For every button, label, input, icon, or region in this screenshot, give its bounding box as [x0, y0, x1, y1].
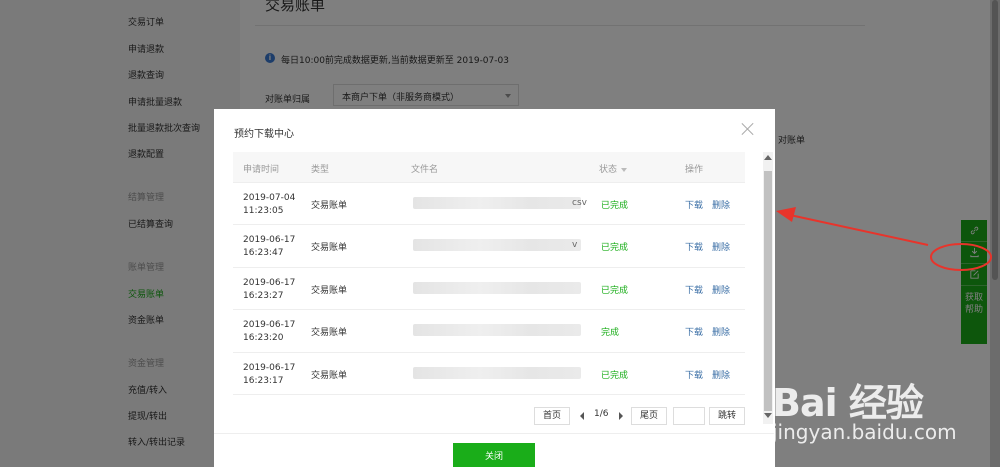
- watermark-logo: Bai 经验: [772, 381, 924, 425]
- row-type: 交易账单: [311, 328, 348, 339]
- row-status: 已完成: [601, 285, 629, 296]
- col-actions: 操作: [685, 165, 704, 175]
- download-link[interactable]: 下载: [685, 198, 703, 211]
- download-link[interactable]: 下载: [685, 368, 703, 381]
- last-page-button[interactable]: 尾页: [631, 407, 667, 425]
- scroll-up-icon[interactable]: [764, 155, 772, 160]
- col-file: 文件名: [411, 165, 439, 175]
- row-time: 2019-06-17 16:23:17: [243, 362, 296, 386]
- delete-link[interactable]: 删除: [712, 325, 730, 338]
- row-status: 已完成: [601, 370, 629, 381]
- table-row: 2019-06-17 16:23:17 交易账单 已完成 下载 删除: [233, 353, 745, 395]
- col-status[interactable]: 状态: [599, 162, 628, 175]
- page-info: 1/6: [594, 409, 609, 419]
- row-time: 2019-06-17 16:23:20: [243, 320, 296, 344]
- table-header: 申请时间 类型 文件名 状态 操作: [233, 152, 745, 183]
- table-row: 2019-07-04 11:23:05 交易账单 csv 已完成 下载 删除: [233, 183, 745, 226]
- download-link[interactable]: 下载: [685, 325, 703, 338]
- row-status: 完成: [601, 328, 620, 339]
- row-file-blurred: [413, 366, 581, 379]
- modal-scrollbar-thumb[interactable]: [764, 171, 772, 411]
- table-row: 2019-06-17 16:23:20 交易账单 完成 下载 删除: [233, 310, 745, 353]
- delete-link[interactable]: 删除: [712, 283, 730, 296]
- row-file-blurred: [413, 239, 581, 252]
- row-status: 已完成: [601, 243, 629, 254]
- delete-link[interactable]: 删除: [712, 368, 730, 381]
- row-type: 交易账单: [311, 243, 348, 254]
- table-row: 2019-06-17 16:23:47 交易账单 v 已完成 下载 删除: [233, 225, 745, 268]
- row-status: 已完成: [601, 201, 629, 211]
- row-type: 交易账单: [311, 285, 348, 296]
- col-time: 申请时间: [243, 165, 280, 175]
- row-time: 2019-06-17 16:23:27: [243, 277, 296, 301]
- col-type: 类型: [311, 165, 330, 175]
- sort-down-icon: [621, 167, 628, 172]
- delete-link[interactable]: 删除: [712, 240, 730, 253]
- prev-page-icon[interactable]: [580, 412, 584, 420]
- modal-title: 预约下载中心: [234, 129, 294, 140]
- first-page-button[interactable]: 首页: [534, 407, 570, 425]
- table-row: 2019-06-17 16:23:27 交易账单 已完成 下载 删除: [233, 268, 745, 311]
- page-jump-input[interactable]: [673, 407, 705, 425]
- delete-link[interactable]: 删除: [712, 198, 730, 211]
- row-type: 交易账单: [311, 370, 348, 381]
- row-file-blurred: [413, 281, 581, 294]
- close-button[interactable]: 关闭: [453, 443, 535, 467]
- download-table: 申请时间 类型 文件名 状态 操作 2019-07-04 11:23:05 交易账…: [233, 152, 745, 395]
- row-file-blurred: [413, 197, 581, 209]
- watermark-url: jingyan.baidu.com: [772, 420, 957, 444]
- col-status-label: 状态: [599, 165, 618, 175]
- download-link[interactable]: 下载: [685, 240, 703, 253]
- row-time: 2019-06-17 16:23:47: [243, 235, 296, 259]
- footer-divider: [214, 433, 775, 434]
- row-file-ext: v: [572, 240, 578, 251]
- row-type: 交易账单: [311, 201, 348, 211]
- row-file-blurred: [413, 324, 581, 337]
- scroll-down-icon[interactable]: [764, 413, 772, 418]
- next-page-icon[interactable]: [619, 412, 623, 420]
- download-center-modal: 预约下载中心 申请时间 类型 文件名 状态 操作 2019-07-04 11:23…: [214, 109, 775, 467]
- row-file-ext: csv: [572, 198, 587, 208]
- close-icon[interactable]: [740, 121, 756, 137]
- jump-button[interactable]: 跳转: [709, 407, 745, 425]
- row-time: 2019-07-04 11:23:05: [243, 193, 296, 216]
- download-link[interactable]: 下载: [685, 283, 703, 296]
